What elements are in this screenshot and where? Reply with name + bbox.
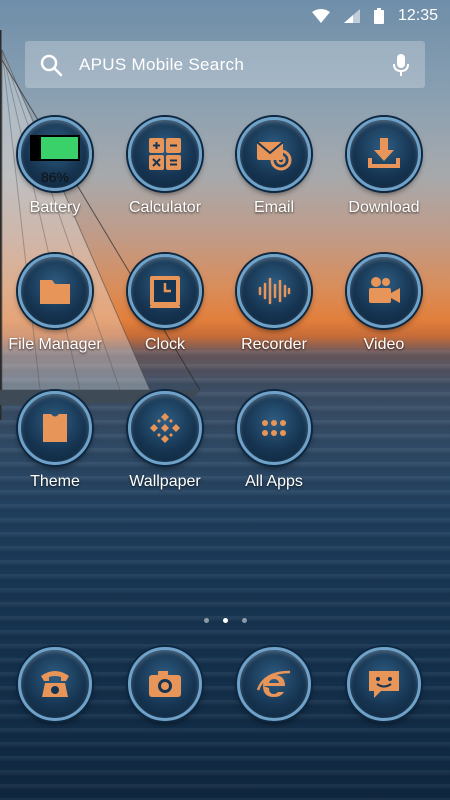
app-label: All Apps: [245, 473, 303, 490]
camera-icon: [128, 647, 202, 721]
shirt-icon: [18, 391, 92, 465]
email-icon: [237, 117, 311, 191]
dock-phone[interactable]: [0, 647, 110, 721]
dock-camera[interactable]: [110, 647, 220, 721]
app-clock[interactable]: Clock: [110, 254, 220, 354]
app-label: File Manager: [8, 336, 102, 353]
app-all-apps[interactable]: All Apps: [219, 391, 329, 491]
app-label: Clock: [144, 336, 185, 353]
page-dot[interactable]: [203, 618, 209, 623]
phone-icon: [18, 647, 92, 721]
battery-status-icon: [373, 8, 384, 24]
app-calculator[interactable]: Calculator: [110, 117, 220, 217]
app-label: Email: [253, 199, 294, 216]
dock-messages[interactable]: [329, 647, 439, 721]
download-icon: [347, 117, 421, 191]
page-indicator[interactable]: [0, 618, 450, 623]
search-label: APUS Mobile Search: [79, 54, 245, 74]
signal-icon: [343, 9, 360, 23]
battery-percent: 86%: [40, 169, 70, 185]
app-label: Recorder: [241, 336, 307, 353]
app-label: Download: [348, 199, 420, 216]
page-dot[interactable]: [241, 618, 247, 623]
app-wallpaper[interactable]: Wallpaper: [110, 391, 220, 491]
folder-icon: [18, 254, 92, 328]
app-battery[interactable]: 86% Battery: [0, 117, 110, 217]
app-recorder[interactable]: Recorder: [219, 254, 329, 354]
page-dot-active[interactable]: [222, 618, 228, 623]
calculator-icon: [128, 117, 202, 191]
battery-level-bar: [30, 135, 80, 161]
app-file-manager[interactable]: File Manager: [0, 254, 110, 354]
app-theme[interactable]: Theme: [0, 391, 110, 491]
dock-browser[interactable]: [219, 647, 329, 721]
app-video[interactable]: Video: [329, 254, 439, 354]
app-label: Wallpaper: [129, 473, 201, 490]
clock-icon: [128, 254, 202, 328]
app-label: Calculator: [128, 199, 202, 216]
app-email[interactable]: Email: [219, 117, 329, 217]
browser-icon: [237, 647, 311, 721]
sailboat-silhouette: [0, 30, 201, 420]
video-camera-icon: [347, 254, 421, 328]
search-icon: [40, 54, 63, 76]
app-label: Battery: [29, 199, 81, 216]
app-download[interactable]: Download: [329, 117, 439, 217]
status-time: 12:35: [397, 7, 438, 24]
app-label: Video: [363, 336, 405, 353]
grid-icon: [237, 391, 311, 465]
message-icon: [347, 647, 421, 721]
recorder-icon: [237, 254, 311, 328]
battery-icon: 86%: [18, 117, 92, 191]
search-bar[interactable]: APUS Mobile Search: [25, 41, 425, 88]
status-bar: 12:35: [0, 0, 450, 32]
app-label: Theme: [30, 473, 80, 490]
wallpaper-icon: [128, 391, 202, 465]
microphone-icon[interactable]: [391, 53, 411, 77]
wifi-icon: [311, 9, 330, 23]
